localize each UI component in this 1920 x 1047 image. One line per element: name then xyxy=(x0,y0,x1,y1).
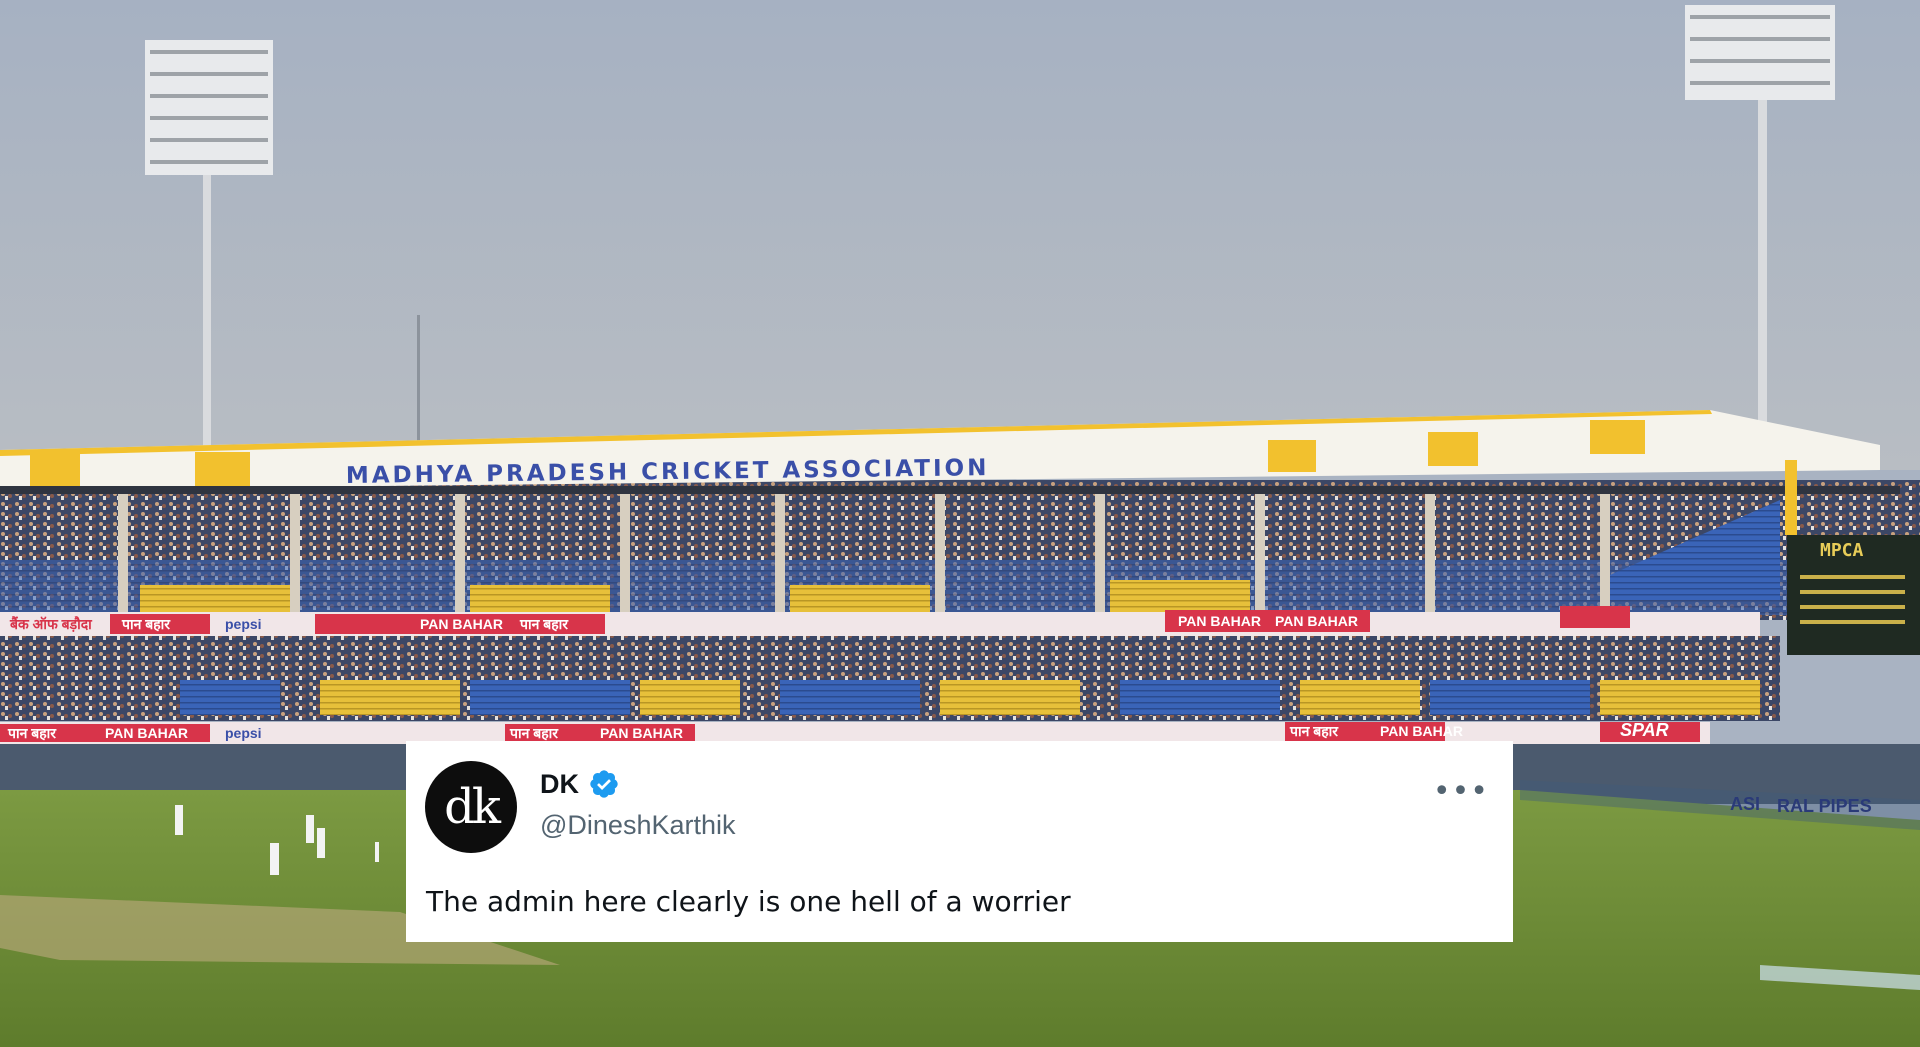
ad-lower-5: PAN BAHAR xyxy=(600,725,683,741)
ad-lower-3: pepsi xyxy=(225,725,262,741)
ad-upper-2: पान बहार xyxy=(121,616,171,632)
avatar-initials: dk xyxy=(444,779,501,835)
tweet-card[interactable]: dk DK @DineshKarthik ••• The admin here … xyxy=(406,741,1513,942)
ad-upper-1: बैंक ऑफ बड़ौदा xyxy=(9,616,93,632)
ad-lower-2: PAN BAHAR xyxy=(105,725,188,741)
verified-badge-icon xyxy=(590,770,618,798)
ad-upper-3: pepsi xyxy=(225,616,262,632)
avatar[interactable]: dk xyxy=(425,761,517,853)
ad-upper-7: PAN BAHAR xyxy=(1275,613,1358,629)
ad-right-1: ASI xyxy=(1730,794,1760,814)
scoreboard-title: MPCA xyxy=(1820,540,1864,561)
handle[interactable]: @DineshKarthik xyxy=(540,810,736,841)
sky xyxy=(0,0,1920,470)
ad-strip-upper xyxy=(0,612,1760,636)
ad-lower-7: PAN BAHAR xyxy=(1380,723,1463,739)
ad-lower-1: पान बहार xyxy=(7,725,57,741)
more-options-icon[interactable]: ••• xyxy=(1433,777,1489,807)
ad-lower-8: SPAR xyxy=(1620,720,1669,740)
ad-lower-4: पान बहार xyxy=(509,725,559,741)
ad-right-2: RAL PIPES xyxy=(1777,796,1872,816)
ad-upper-6: PAN BAHAR xyxy=(1178,613,1261,629)
ad-upper-4: PAN BAHAR xyxy=(420,616,503,632)
display-name[interactable]: DK xyxy=(540,769,579,800)
tweet-text: The admin here clearly is one hell of a … xyxy=(426,885,1071,918)
ad-upper-5: पान बहार xyxy=(519,616,569,632)
mast xyxy=(417,315,420,445)
ad-lower-6: पान बहार xyxy=(1289,723,1339,739)
